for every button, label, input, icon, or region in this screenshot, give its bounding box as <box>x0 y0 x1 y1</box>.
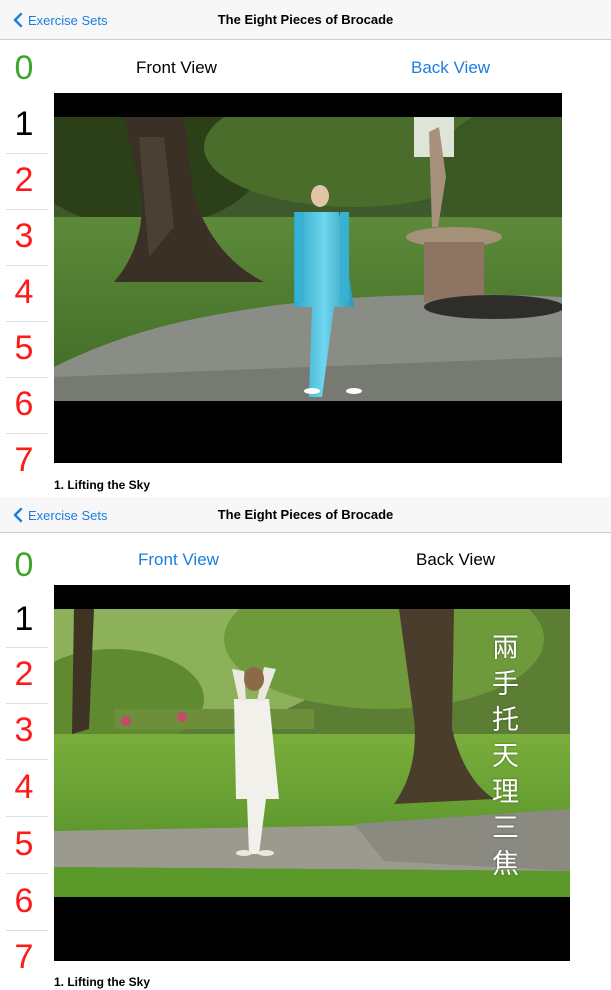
step-5[interactable]: 5 <box>0 824 48 864</box>
exercise-caption: 1. Lifting the Sky <box>54 478 151 492</box>
overlay-char: 理 <box>492 777 519 808</box>
chevron-left-icon <box>13 12 23 28</box>
overlay-char: 三 <box>492 813 519 844</box>
step-0[interactable]: 0 <box>0 48 48 88</box>
step-divider <box>6 209 48 210</box>
step-divider <box>6 321 48 322</box>
screen-back-view: Exercise Sets The Eight Pieces of Brocad… <box>0 497 611 990</box>
step-1[interactable]: 1 <box>0 599 48 639</box>
step-3[interactable]: 3 <box>0 710 48 750</box>
overlay-char: 托 <box>492 705 519 736</box>
back-button-label: Exercise Sets <box>28 507 108 523</box>
step-divider <box>6 265 48 266</box>
step-1[interactable]: 1 <box>0 104 48 144</box>
step-4[interactable]: 4 <box>0 272 48 312</box>
overlay-char: 天 <box>492 741 519 772</box>
step-divider <box>6 759 48 760</box>
video-frame <box>54 117 562 401</box>
back-view-button[interactable]: Back View <box>411 56 490 80</box>
step-divider <box>6 377 48 378</box>
front-view-button[interactable]: Front View <box>138 548 219 572</box>
step-divider <box>6 873 48 874</box>
back-view-button[interactable]: Back View <box>416 548 495 572</box>
video-player[interactable] <box>54 93 562 463</box>
step-6[interactable]: 6 <box>0 881 48 921</box>
step-3[interactable]: 3 <box>0 216 48 256</box>
step-divider <box>6 816 48 817</box>
step-6[interactable]: 6 <box>0 384 48 424</box>
step-5[interactable]: 5 <box>0 328 48 368</box>
step-divider <box>6 703 48 704</box>
chevron-left-icon <box>13 507 23 523</box>
overlay-char: 焦 <box>492 849 519 880</box>
back-button[interactable]: Exercise Sets <box>10 497 107 533</box>
exercise-caption: 1. Lifting the Sky <box>54 975 151 989</box>
overlay-char: 兩 <box>492 633 519 664</box>
step-divider <box>6 930 48 931</box>
back-button-label: Exercise Sets <box>28 12 108 28</box>
step-divider <box>6 153 48 154</box>
step-7[interactable]: 7 <box>0 937 48 977</box>
back-button[interactable]: Exercise Sets <box>10 0 107 40</box>
screen-front-view: Exercise Sets The Eight Pieces of Brocad… <box>0 0 611 495</box>
front-view-button[interactable]: Front View <box>136 56 217 80</box>
navigation-bar: Exercise Sets The Eight Pieces of Brocad… <box>0 0 611 40</box>
step-divider <box>6 433 48 434</box>
overlay-calligraphy: 兩 手 托 天 理 三 焦 <box>492 631 519 883</box>
step-7[interactable]: 7 <box>0 440 48 480</box>
step-divider <box>6 647 48 648</box>
step-0[interactable]: 0 <box>0 545 48 585</box>
video-player[interactable]: 兩 手 托 天 理 三 焦 <box>54 585 570 961</box>
step-4[interactable]: 4 <box>0 767 48 807</box>
step-2[interactable]: 2 <box>0 160 48 200</box>
overlay-char: 手 <box>492 669 519 700</box>
step-2[interactable]: 2 <box>0 654 48 694</box>
navigation-bar: Exercise Sets The Eight Pieces of Brocad… <box>0 497 611 533</box>
